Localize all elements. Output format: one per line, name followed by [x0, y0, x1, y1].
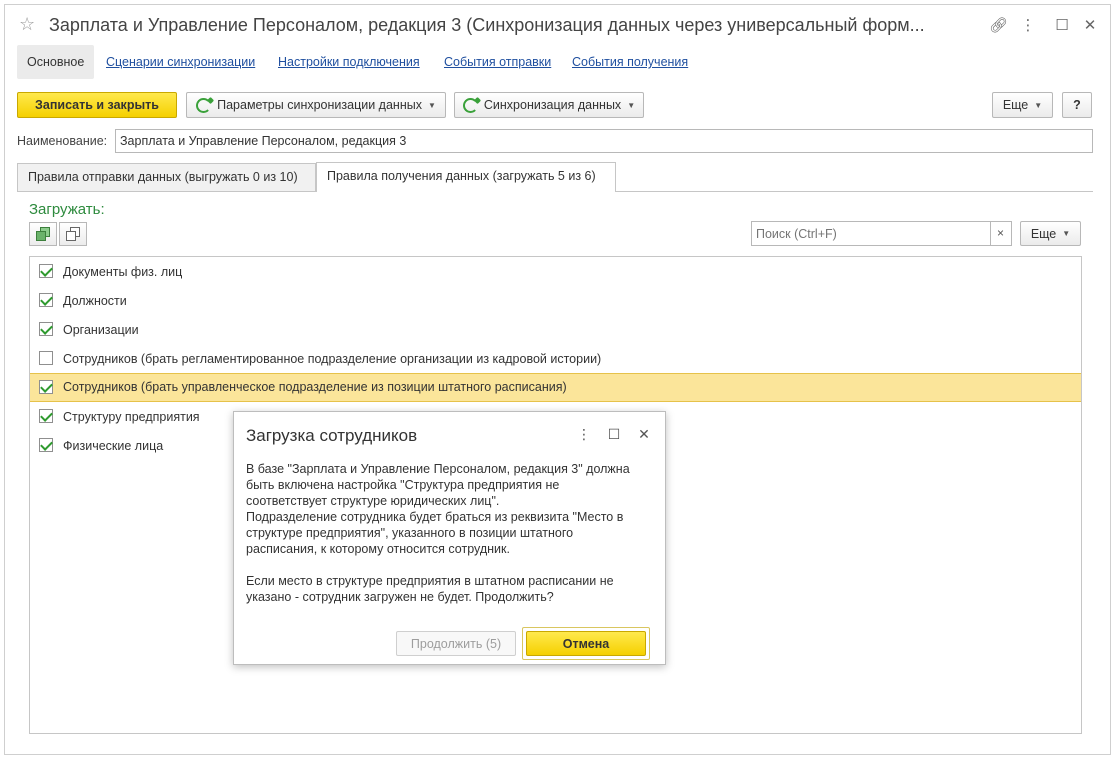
- nav-send-events[interactable]: События отправки: [444, 45, 551, 79]
- list-item-label: Организации: [63, 323, 139, 337]
- sync-data-button[interactable]: Синхронизация данных ▼: [454, 92, 644, 118]
- list-item[interactable]: Сотрудников (брать регламентированное по…: [30, 345, 1081, 373]
- name-field-label: Наименование:: [17, 134, 108, 148]
- cancel-label: Отмена: [562, 636, 610, 651]
- section-title: Загружать:: [29, 201, 105, 218]
- tab-send-rules[interactable]: Правила отправки данных (выгружать 0 из …: [17, 163, 316, 191]
- checkbox[interactable]: [39, 351, 53, 365]
- list-item[interactable]: Организации: [30, 316, 1081, 344]
- confirm-dialog: Загрузка сотрудников ⋮ ☐ ✕ В базе "Зарпл…: [233, 411, 666, 665]
- dialog-line: указано - сотрудник загружен не будет. П…: [246, 590, 554, 604]
- list-item-label: Сотрудников (брать управленческое подраз…: [63, 380, 567, 394]
- list-item-label: Документы физ. лиц: [63, 265, 183, 279]
- dialog-line: расписания, к которому относится сотрудн…: [246, 542, 510, 556]
- check-all-icon-front: [36, 231, 46, 241]
- sync-settings-icon: [196, 97, 212, 113]
- list-more-button[interactable]: Еще ▼: [1020, 221, 1081, 246]
- checkbox[interactable]: [39, 380, 53, 394]
- window-title: Зарплата и Управление Персоналом, редакц…: [49, 15, 925, 35]
- nav-receive-events[interactable]: События получения: [572, 45, 688, 79]
- nav-sync-scenarios[interactable]: Сценарии синхронизации: [106, 45, 255, 79]
- dialog-line: соответствует структуре юридических лиц"…: [246, 494, 500, 508]
- close-icon[interactable]: ✕: [636, 426, 652, 442]
- name-field[interactable]: Зарплата и Управление Персоналом, редакц…: [115, 129, 1093, 153]
- dialog-line: структуре предприятия", указанного в поз…: [246, 526, 574, 540]
- sync-icon: [462, 97, 478, 113]
- search-input[interactable]: [751, 221, 991, 246]
- list-item-label: Сотрудников (брать регламентированное по…: [63, 352, 602, 366]
- title-bar: ☆ Зарплата и Управление Персоналом, реда…: [5, 5, 1110, 47]
- maximize-icon[interactable]: ☐: [1053, 17, 1071, 35]
- more-label: Еще: [1002, 98, 1029, 112]
- more-button[interactable]: Еще ▼: [992, 92, 1053, 118]
- checkbox[interactable]: [39, 409, 53, 423]
- list-more-label: Еще: [1030, 226, 1057, 241]
- dialog-line: В базе "Зарплата и Управление Персоналом…: [246, 462, 630, 476]
- checkbox[interactable]: [39, 322, 53, 336]
- checkbox[interactable]: [39, 438, 53, 452]
- list-item-label: Должности: [63, 294, 127, 308]
- list-item[interactable]: Документы физ. лиц: [30, 258, 1081, 286]
- list-item-label: Физические лица: [63, 439, 164, 453]
- continue-label: Продолжить (5): [410, 636, 502, 651]
- nav-main[interactable]: Основное: [17, 45, 95, 79]
- clear-icon: ×: [996, 226, 1004, 240]
- more-vertical-icon[interactable]: ⋮: [576, 426, 592, 442]
- favorite-star-icon[interactable]: ☆: [19, 15, 35, 33]
- chevron-down-icon: ▼: [627, 100, 636, 110]
- help-button[interactable]: ?: [1062, 92, 1092, 118]
- cancel-button[interactable]: Отмена: [526, 631, 646, 656]
- list-item-label: Структуру предприятия: [63, 410, 200, 424]
- main-window: ☆ Зарплата и Управление Персоналом, реда…: [4, 4, 1111, 755]
- nav-connection-settings[interactable]: Настройки подключения: [278, 45, 420, 79]
- dialog-gap: [246, 557, 656, 573]
- checkbox[interactable]: [39, 293, 53, 307]
- sync-params-button[interactable]: Параметры синхронизации данных ▼: [186, 92, 446, 118]
- dialog-message: В базе "Зарплата и Управление Персоналом…: [246, 461, 656, 605]
- continue-button[interactable]: Продолжить (5): [396, 631, 516, 656]
- tab-receive-rules[interactable]: Правила получения данных (загружать 5 из…: [316, 162, 616, 192]
- chevron-down-icon: ▼: [427, 100, 436, 110]
- dialog-line: Подразделение сотрудника будет браться и…: [246, 510, 624, 524]
- maximize-icon[interactable]: ☐: [606, 426, 622, 442]
- chevron-down-icon: ▼: [1034, 100, 1043, 110]
- sync-data-label: Синхронизация данных: [483, 98, 622, 112]
- check-all-button[interactable]: [29, 222, 57, 246]
- checkbox[interactable]: [39, 264, 53, 278]
- list-item[interactable]: Должности: [30, 287, 1081, 315]
- sync-params-label: Параметры синхронизации данных: [217, 98, 422, 112]
- dialog-line: быть включена настройка "Структура предп…: [246, 478, 560, 492]
- close-icon[interactable]: ✕: [1081, 17, 1099, 35]
- dialog-line: Если место в структуре предприятия в шта…: [246, 574, 614, 588]
- list-item-selected[interactable]: Сотрудников (брать управленческое подраз…: [30, 373, 1081, 402]
- uncheck-all-button[interactable]: [59, 222, 87, 246]
- dialog-title: Загрузка сотрудников: [246, 426, 418, 445]
- chevron-down-icon: ▼: [1062, 229, 1071, 238]
- link-icon[interactable]: 🔗︎: [989, 17, 1008, 35]
- save-close-button[interactable]: Записать и закрыть: [17, 92, 177, 118]
- uncheck-all-icon-front: [66, 231, 76, 241]
- save-close-label: Записать и закрыть: [35, 98, 159, 112]
- search-clear-button[interactable]: ×: [990, 221, 1012, 246]
- more-vertical-icon[interactable]: ⋮: [1019, 17, 1037, 35]
- help-label: ?: [1073, 98, 1081, 112]
